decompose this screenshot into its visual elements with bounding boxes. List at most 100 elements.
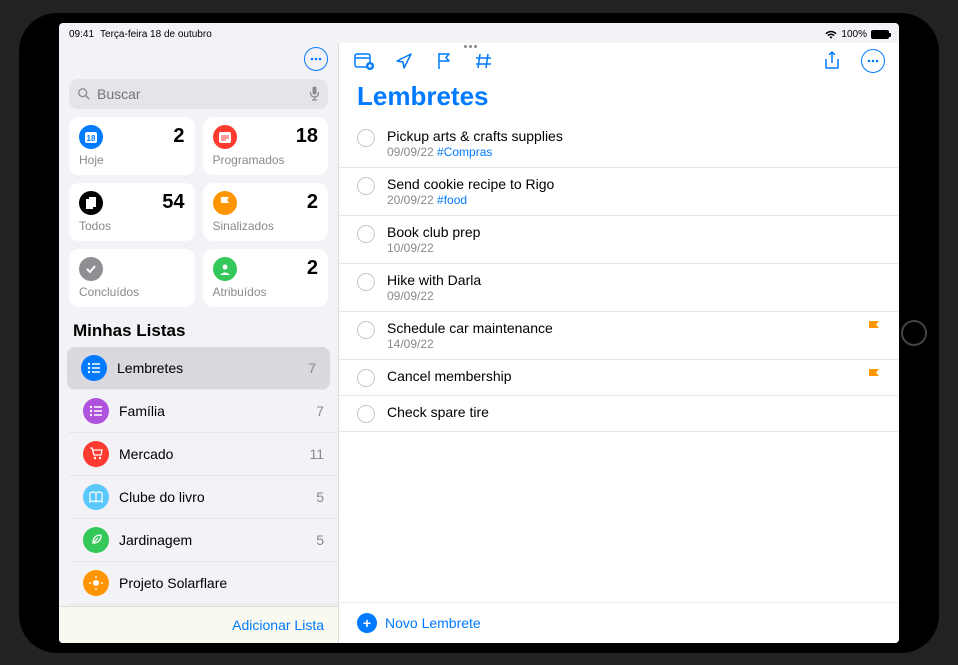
list-icon	[83, 398, 109, 424]
list-icon	[81, 355, 107, 381]
share-icon[interactable]	[821, 50, 843, 72]
reminder-row[interactable]: Check spare tire	[339, 396, 899, 432]
reminder-checkbox[interactable]	[357, 273, 375, 291]
tag[interactable]: #Compras	[437, 145, 492, 159]
reminder-checkbox[interactable]	[357, 369, 375, 387]
hashtag-icon[interactable]	[473, 50, 495, 72]
reminder-checkbox[interactable]	[357, 405, 375, 423]
list-count: 11	[309, 446, 324, 462]
cart-icon	[83, 441, 109, 467]
reminder-row[interactable]: Book club prep 10/09/22	[339, 216, 899, 264]
toolbar	[339, 43, 899, 79]
content-more-button[interactable]	[861, 49, 885, 73]
plus-icon[interactable]: +	[357, 613, 377, 633]
svg-text:18: 18	[87, 134, 96, 143]
flag-icon[interactable]	[433, 50, 455, 72]
list-item[interactable]: Projeto Solarflare	[69, 562, 338, 605]
reminder-title: Book club prep	[387, 224, 881, 240]
leaf-icon	[83, 527, 109, 553]
smart-card-hoje[interactable]: 18 2 Hoje	[69, 117, 195, 175]
smart-label: Concluídos	[79, 285, 185, 299]
all-icon	[79, 191, 103, 215]
smart-label: Programados	[213, 153, 319, 167]
status-time: 09:41	[69, 29, 94, 40]
flagged-icon	[213, 191, 237, 215]
smart-count: 2	[307, 257, 318, 280]
list-count: 5	[316, 489, 324, 505]
reminder-row[interactable]: Cancel membership	[339, 360, 899, 396]
smart-count: 54	[162, 191, 184, 214]
reminder-checkbox[interactable]	[357, 225, 375, 243]
sidebar: 18 2 Hoje 18 Programados 54 Todos 2 Sina…	[59, 43, 339, 643]
reminder-title: Check spare tire	[387, 404, 881, 420]
reminder-row[interactable]: Send cookie recipe to Rigo 20/09/22 #foo…	[339, 168, 899, 216]
list-name: Lembretes	[117, 360, 298, 376]
battery-icon	[871, 30, 889, 39]
list-count: 7	[308, 360, 316, 376]
search-input[interactable]	[69, 79, 328, 109]
smart-card-programados[interactable]: 18 Programados	[203, 117, 329, 175]
grabber-icon[interactable]	[464, 45, 494, 49]
list-item[interactable]: Mercado 11	[69, 433, 338, 476]
home-button[interactable]	[901, 320, 927, 346]
flag-icon	[867, 368, 881, 384]
tag[interactable]: #food	[437, 193, 467, 207]
content-title: Lembretes	[339, 79, 899, 120]
reminder-checkbox[interactable]	[357, 177, 375, 195]
reminder-title: Hike with Darla	[387, 272, 881, 288]
status-bar: 09:41 Terça-feira 18 de outubro 100%	[59, 23, 899, 43]
book-icon	[83, 484, 109, 510]
smart-label: Atribuídos	[213, 285, 319, 299]
battery-percent: 100%	[841, 29, 867, 40]
smart-card-atribuídos[interactable]: 2 Atribuídos	[203, 249, 329, 307]
smart-label: Sinalizados	[213, 219, 319, 233]
reminder-checkbox[interactable]	[357, 321, 375, 339]
reminder-row[interactable]: Hike with Darla 09/09/22	[339, 264, 899, 312]
today-icon: 18	[79, 125, 103, 149]
add-list-button[interactable]: Adicionar Lista	[232, 617, 324, 633]
list-item[interactable]: Lembretes 7	[67, 347, 330, 390]
more-button[interactable]	[304, 47, 328, 71]
smart-count: 2	[173, 125, 184, 148]
reminder-sub: 09/09/22	[387, 289, 881, 303]
smart-card-sinalizados[interactable]: 2 Sinalizados	[203, 183, 329, 241]
calendar-badge-icon[interactable]	[353, 50, 375, 72]
reminder-title: Cancel membership	[387, 368, 855, 384]
search-icon	[77, 87, 91, 101]
completed-icon	[79, 257, 103, 281]
mic-icon[interactable]	[309, 86, 320, 101]
reminder-row[interactable]: Pickup arts & crafts supplies 09/09/22 #…	[339, 120, 899, 168]
list-name: Jardinagem	[119, 532, 306, 548]
location-icon[interactable]	[393, 50, 415, 72]
list-item[interactable]: Jardinagem 5	[69, 519, 338, 562]
list-item[interactable]: Família 7	[69, 390, 338, 433]
list-name: Família	[119, 403, 306, 419]
content-pane: Lembretes Pickup arts & crafts supplies …	[339, 43, 899, 643]
smart-card-concluídos[interactable]: Concluídos	[69, 249, 195, 307]
status-date: Terça-feira 18 de outubro	[100, 29, 212, 40]
reminder-sub: 14/09/22	[387, 337, 855, 351]
scheduled-icon	[213, 125, 237, 149]
reminder-title: Schedule car maintenance	[387, 320, 855, 336]
list-name: Projeto Solarflare	[119, 575, 314, 591]
assigned-icon	[213, 257, 237, 281]
smart-label: Hoje	[79, 153, 185, 167]
smart-count: 18	[296, 125, 318, 148]
new-reminder-button[interactable]: Novo Lembrete	[385, 615, 481, 631]
smart-card-todos[interactable]: 54 Todos	[69, 183, 195, 241]
list-item[interactable]: Clube do livro 5	[69, 476, 338, 519]
reminder-sub: 20/09/22 #food	[387, 193, 881, 207]
flag-icon	[867, 320, 881, 336]
sun-icon	[83, 570, 109, 596]
list-count: 7	[316, 403, 324, 419]
reminder-title: Pickup arts & crafts supplies	[387, 128, 881, 144]
wifi-icon	[825, 30, 837, 40]
reminder-title: Send cookie recipe to Rigo	[387, 176, 881, 192]
reminder-checkbox[interactable]	[357, 129, 375, 147]
reminder-row[interactable]: Schedule car maintenance 14/09/22	[339, 312, 899, 360]
list-name: Mercado	[119, 446, 299, 462]
reminder-sub: 10/09/22	[387, 241, 881, 255]
smart-count: 2	[307, 191, 318, 214]
list-name: Clube do livro	[119, 489, 306, 505]
list-count: 5	[316, 532, 324, 548]
